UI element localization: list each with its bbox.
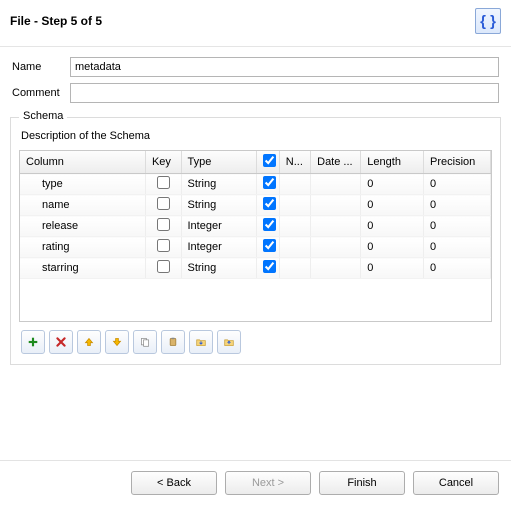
col-header-length[interactable]: Length <box>361 151 424 174</box>
cell-type[interactable]: String <box>181 195 256 216</box>
finish-button[interactable]: Finish <box>319 471 405 495</box>
cell-date[interactable] <box>311 237 361 258</box>
cell-length[interactable]: 0 <box>361 174 424 195</box>
schema-group-label: Schema <box>19 110 67 122</box>
folder-in-icon <box>196 335 206 349</box>
cell-column[interactable]: name <box>20 195 145 216</box>
cell-date[interactable] <box>311 174 361 195</box>
cell-key[interactable] <box>145 174 181 195</box>
cell-nullable[interactable] <box>256 195 279 216</box>
cell-length[interactable]: 0 <box>361 237 424 258</box>
cell-nullable[interactable] <box>256 258 279 279</box>
export-button[interactable] <box>217 330 241 354</box>
cell-length[interactable]: 0 <box>361 258 424 279</box>
cell-n <box>279 258 310 279</box>
comment-input[interactable] <box>70 83 499 103</box>
cell-date[interactable] <box>311 258 361 279</box>
cell-type[interactable]: String <box>181 174 256 195</box>
col-header-type[interactable]: Type <box>181 151 256 174</box>
plus-icon <box>28 335 38 349</box>
comment-label: Comment <box>12 87 70 99</box>
table-row[interactable]: release Integer 00 <box>20 216 491 237</box>
schema-table[interactable]: Column Key Type N... Date ... Length Pre… <box>19 150 492 322</box>
import-button[interactable] <box>189 330 213 354</box>
name-input[interactable] <box>70 57 499 77</box>
cell-key[interactable] <box>145 216 181 237</box>
cell-type[interactable]: String <box>181 258 256 279</box>
add-button[interactable] <box>21 330 45 354</box>
delete-button[interactable] <box>49 330 73 354</box>
col-header-n[interactable]: N... <box>279 151 310 174</box>
nullable-checkbox[interactable] <box>263 197 276 210</box>
key-checkbox[interactable] <box>157 260 170 273</box>
col-header-precision[interactable]: Precision <box>424 151 491 174</box>
arrow-down-icon <box>112 335 122 349</box>
cell-nullable[interactable] <box>256 237 279 258</box>
nullable-checkbox[interactable] <box>263 176 276 189</box>
cell-precision[interactable]: 0 <box>424 174 491 195</box>
nullable-checkbox[interactable] <box>263 218 276 231</box>
cell-column[interactable]: starring <box>20 258 145 279</box>
name-label: Name <box>12 61 70 73</box>
cancel-button[interactable]: Cancel <box>413 471 499 495</box>
folder-out-icon <box>224 335 234 349</box>
table-row[interactable]: type String 00 <box>20 174 491 195</box>
cell-precision[interactable]: 0 <box>424 195 491 216</box>
braces-icon: { } <box>475 8 501 34</box>
col-header-date[interactable]: Date ... <box>311 151 361 174</box>
arrow-up-icon <box>84 335 94 349</box>
cell-key[interactable] <box>145 195 181 216</box>
cell-n <box>279 237 310 258</box>
header-checkbox[interactable] <box>263 154 276 167</box>
schema-toolbar <box>19 322 492 354</box>
key-checkbox[interactable] <box>157 197 170 210</box>
copy-button[interactable] <box>133 330 157 354</box>
cell-date[interactable] <box>311 195 361 216</box>
cell-column[interactable]: type <box>20 174 145 195</box>
cell-column[interactable]: rating <box>20 237 145 258</box>
nullable-checkbox[interactable] <box>263 239 276 252</box>
cell-date[interactable] <box>311 216 361 237</box>
paste-button[interactable] <box>161 330 185 354</box>
move-up-button[interactable] <box>77 330 101 354</box>
col-header-checkbox[interactable] <box>256 151 279 174</box>
wizard-button-bar: < Back Next > Finish Cancel <box>0 460 511 505</box>
move-down-button[interactable] <box>105 330 129 354</box>
col-header-key[interactable]: Key <box>145 151 181 174</box>
cell-n <box>279 174 310 195</box>
cell-column[interactable]: release <box>20 216 145 237</box>
table-row[interactable]: name String 00 <box>20 195 491 216</box>
cell-key[interactable] <box>145 237 181 258</box>
page-title: File - Step 5 of 5 <box>10 14 102 28</box>
schema-description-label: Description of the Schema <box>21 130 492 142</box>
cell-length[interactable]: 0 <box>361 216 424 237</box>
cell-nullable[interactable] <box>256 174 279 195</box>
cell-nullable[interactable] <box>256 216 279 237</box>
key-checkbox[interactable] <box>157 176 170 189</box>
nullable-checkbox[interactable] <box>263 260 276 273</box>
cell-type[interactable]: Integer <box>181 216 256 237</box>
copy-icon <box>140 335 150 349</box>
cell-n <box>279 216 310 237</box>
cell-precision[interactable]: 0 <box>424 237 491 258</box>
cell-n <box>279 195 310 216</box>
x-icon <box>56 335 66 349</box>
key-checkbox[interactable] <box>157 218 170 231</box>
table-row[interactable]: starring String 00 <box>20 258 491 279</box>
cell-precision[interactable]: 0 <box>424 216 491 237</box>
col-header-column[interactable]: Column <box>20 151 145 174</box>
key-checkbox[interactable] <box>157 239 170 252</box>
cell-precision[interactable]: 0 <box>424 258 491 279</box>
back-button[interactable]: < Back <box>131 471 217 495</box>
cell-type[interactable]: Integer <box>181 237 256 258</box>
paste-icon <box>168 335 178 349</box>
next-button[interactable]: Next > <box>225 471 311 495</box>
table-row[interactable]: rating Integer 00 <box>20 237 491 258</box>
cell-key[interactable] <box>145 258 181 279</box>
cell-length[interactable]: 0 <box>361 195 424 216</box>
